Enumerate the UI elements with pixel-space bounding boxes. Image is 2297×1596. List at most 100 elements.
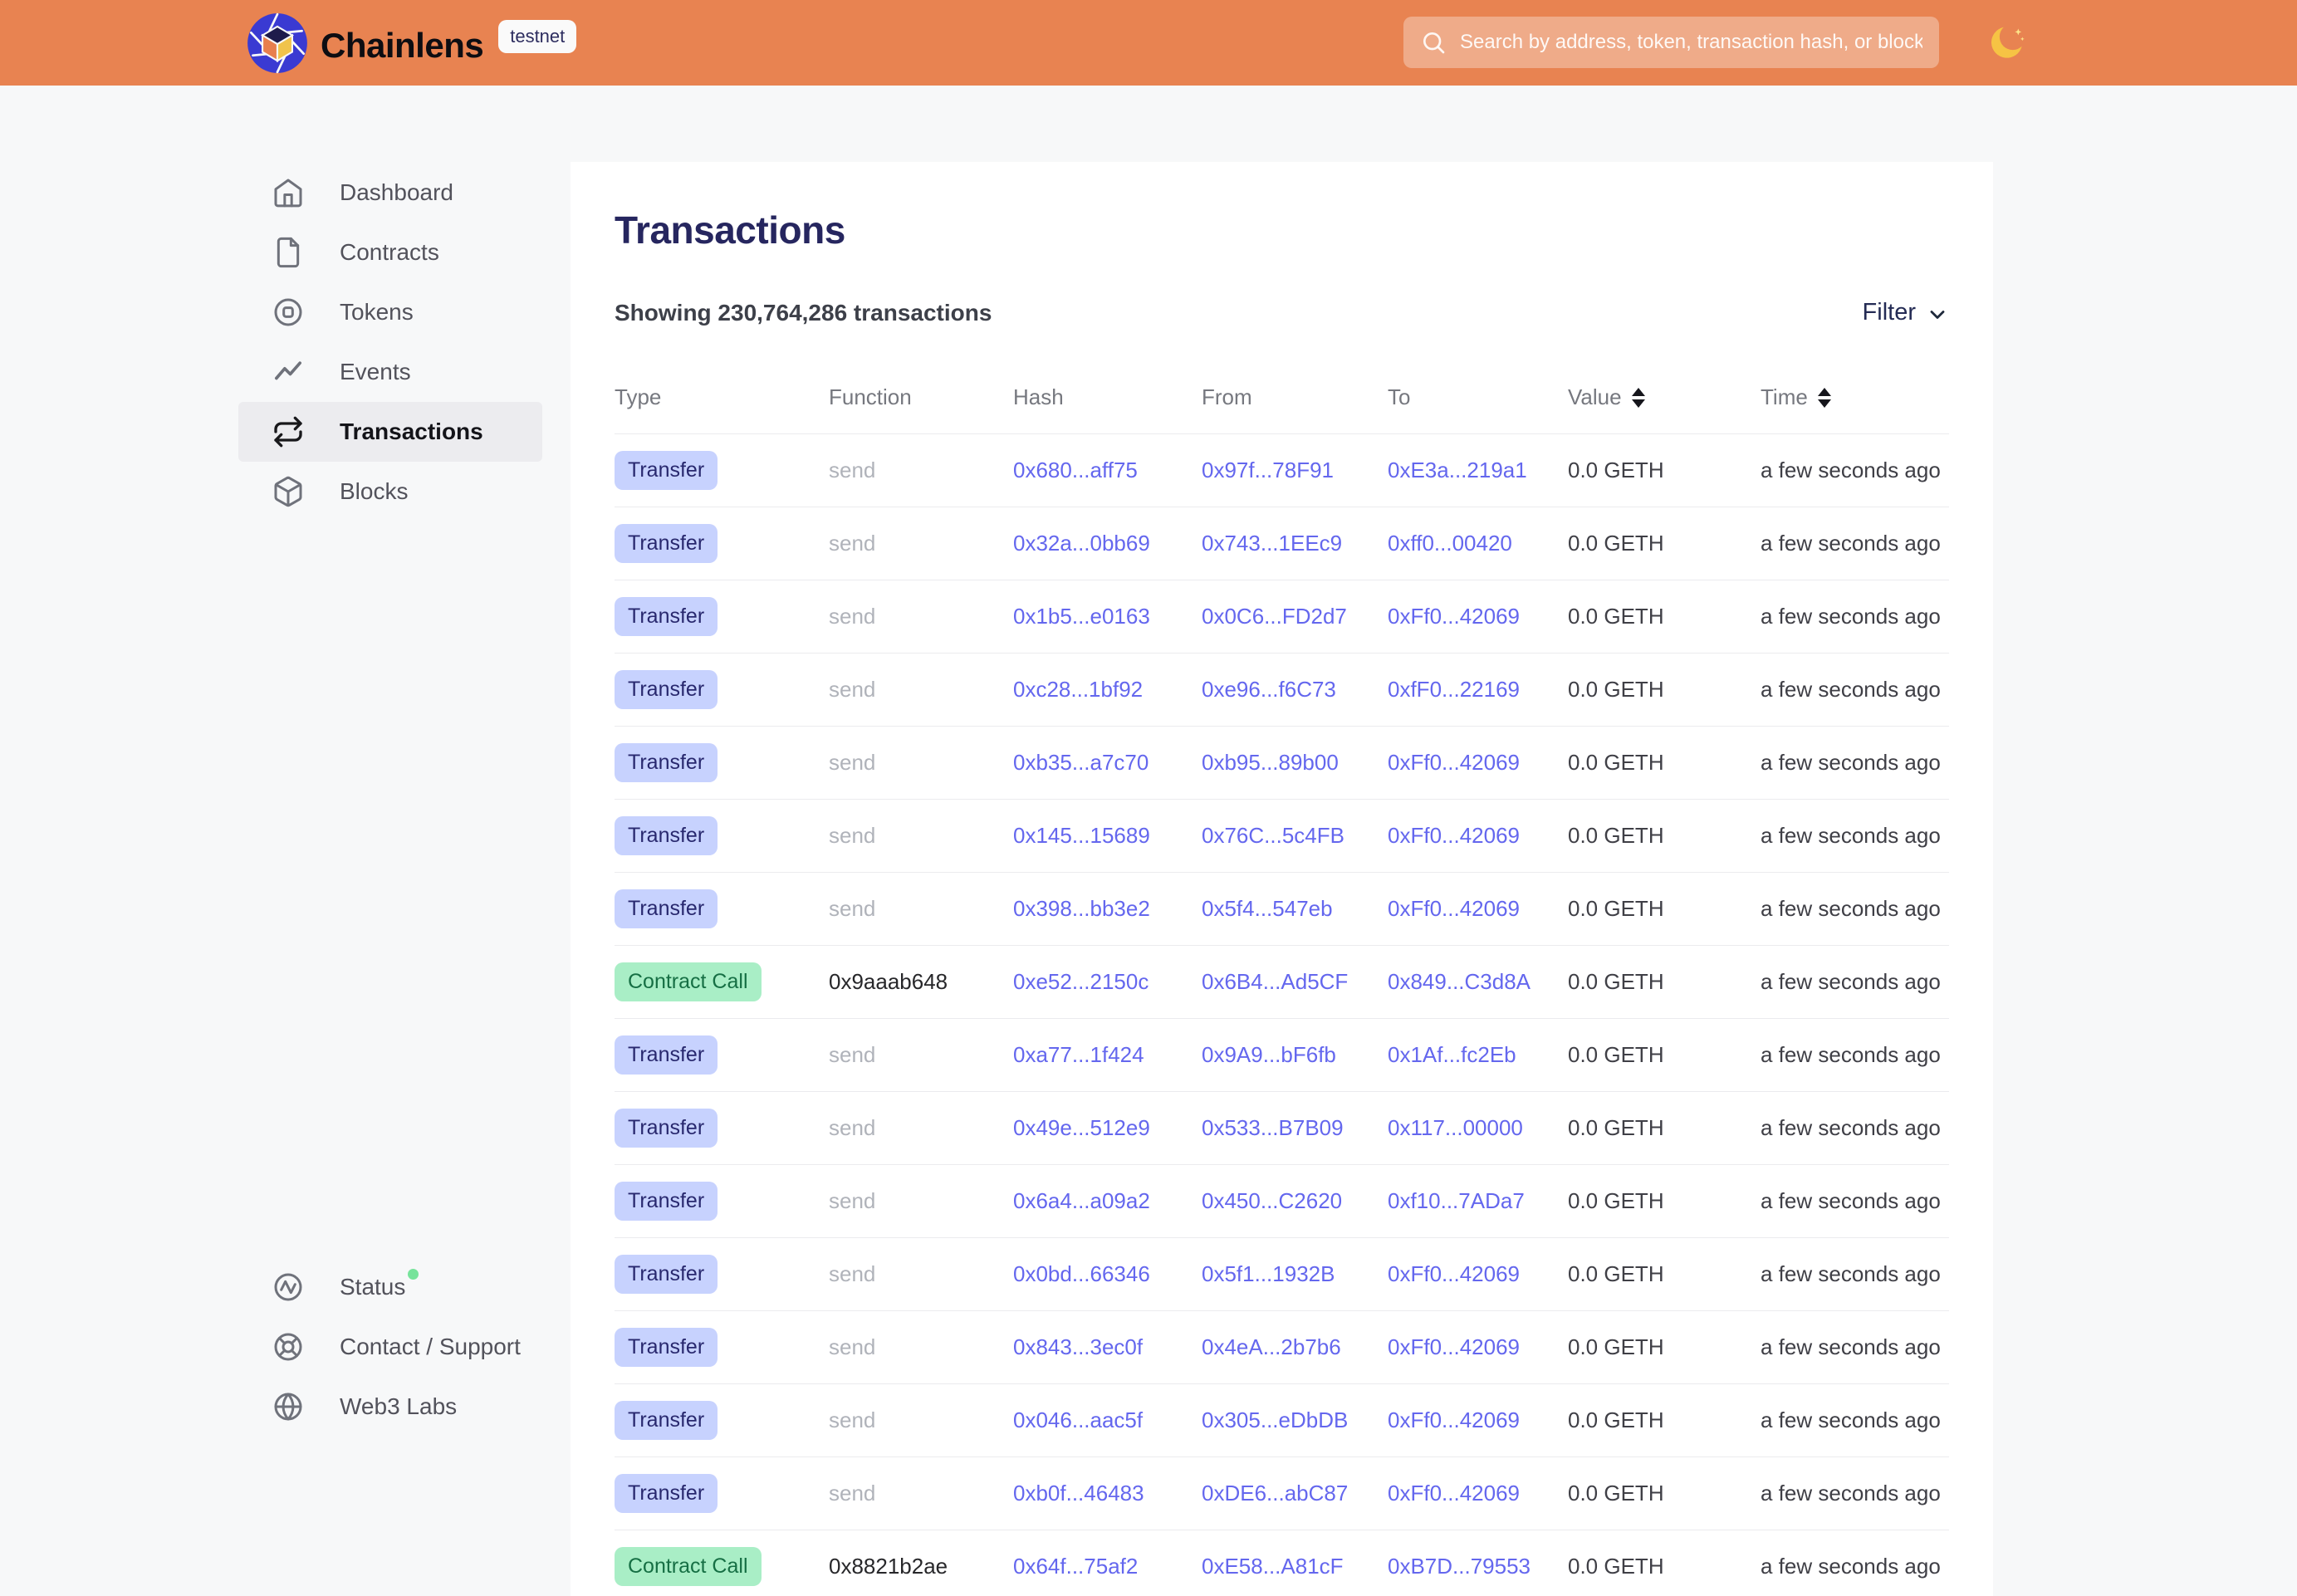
from-address-link[interactable]: 0x4eA...2b7b6 bbox=[1202, 1334, 1388, 1360]
to-address-link[interactable]: 0xFf0...42069 bbox=[1388, 1408, 1568, 1433]
hash-link[interactable]: 0x0bd...66346 bbox=[1013, 1261, 1202, 1287]
hash-link[interactable]: 0xc28...1bf92 bbox=[1013, 677, 1202, 703]
to-address-link[interactable]: 0xFf0...42069 bbox=[1388, 750, 1568, 776]
from-address-link[interactable]: 0x76C...5c4FB bbox=[1202, 823, 1388, 849]
to-address-link[interactable]: 0xff0...00420 bbox=[1388, 531, 1568, 556]
sidebar-item-contact-support[interactable]: Contact / Support bbox=[238, 1317, 542, 1377]
type-badge: Transfer bbox=[615, 816, 718, 855]
hash-link[interactable]: 0x32a...0bb69 bbox=[1013, 531, 1202, 556]
life-buoy-icon bbox=[272, 1330, 305, 1363]
hash-link[interactable]: 0x64f...75af2 bbox=[1013, 1554, 1202, 1579]
hash-link[interactable]: 0x1b5...e0163 bbox=[1013, 604, 1202, 629]
from-address-link[interactable]: 0x9A9...bF6fb bbox=[1202, 1042, 1388, 1068]
hash-link[interactable]: 0x680...aff75 bbox=[1013, 458, 1202, 483]
top-header-bar: Chainlens testnet bbox=[0, 0, 2297, 86]
to-address-link[interactable]: 0x849...C3d8A bbox=[1388, 969, 1568, 995]
value-cell: 0.0 GETH bbox=[1568, 1188, 1761, 1214]
from-address-link[interactable]: 0xb95...89b00 bbox=[1202, 750, 1388, 776]
from-address-link[interactable]: 0xDE6...abC87 bbox=[1202, 1481, 1388, 1506]
value-sort-button[interactable] bbox=[1632, 388, 1645, 408]
from-address-link[interactable]: 0x450...C2620 bbox=[1202, 1188, 1388, 1214]
sidebar-item-blocks[interactable]: Blocks bbox=[238, 462, 542, 521]
function-cell: 0x8821b2ae bbox=[829, 1554, 1013, 1579]
hash-link[interactable]: 0x398...bb3e2 bbox=[1013, 896, 1202, 922]
value-cell: 0.0 GETH bbox=[1568, 458, 1761, 483]
from-address-link[interactable]: 0xE58...A81cF bbox=[1202, 1554, 1388, 1579]
type-badge: Transfer bbox=[615, 524, 718, 563]
hash-link[interactable]: 0xa77...1f424 bbox=[1013, 1042, 1202, 1068]
table-row: Transfer send 0xb0f...46483 0xDE6...abC8… bbox=[615, 1457, 1949, 1530]
time-cell: a few seconds ago bbox=[1761, 1481, 1949, 1506]
hash-link[interactable]: 0x046...aac5f bbox=[1013, 1408, 1202, 1433]
hash-link[interactable]: 0x145...15689 bbox=[1013, 823, 1202, 849]
from-address-link[interactable]: 0x5f4...547eb bbox=[1202, 896, 1388, 922]
sidebar-item-label: Events bbox=[340, 359, 411, 385]
function-cell: send bbox=[829, 531, 1013, 556]
from-address-link[interactable]: 0x0C6...FD2d7 bbox=[1202, 604, 1388, 629]
function-cell: send bbox=[829, 1115, 1013, 1141]
sidebar-item-web3-labs[interactable]: Web3 Labs bbox=[238, 1377, 542, 1437]
to-address-link[interactable]: 0xFf0...42069 bbox=[1388, 1261, 1568, 1287]
value-cell: 0.0 GETH bbox=[1568, 896, 1761, 922]
table-row: Transfer send 0x145...15689 0x76C...5c4F… bbox=[615, 800, 1949, 873]
sidebar-item-label: Web3 Labs bbox=[340, 1393, 457, 1420]
to-address-link[interactable]: 0xf10...7ADa7 bbox=[1388, 1188, 1568, 1214]
to-address-link[interactable]: 0xfF0...22169 bbox=[1388, 677, 1568, 703]
brand[interactable]: Chainlens testnet bbox=[246, 12, 576, 79]
to-address-link[interactable]: 0xFf0...42069 bbox=[1388, 896, 1568, 922]
global-search[interactable] bbox=[1403, 17, 1939, 68]
function-cell: send bbox=[829, 1334, 1013, 1360]
type-badge: Transfer bbox=[615, 1035, 718, 1075]
from-address-link[interactable]: 0x305...eDbDB bbox=[1202, 1408, 1388, 1433]
hash-link[interactable]: 0xb0f...46483 bbox=[1013, 1481, 1202, 1506]
from-address-link[interactable]: 0x6B4...Ad5CF bbox=[1202, 969, 1388, 995]
table-body: Transfer send 0x680...aff75 0x97f...78F9… bbox=[615, 434, 1949, 1596]
sidebar-item-label: Dashboard bbox=[340, 179, 453, 206]
time-cell: a few seconds ago bbox=[1761, 1408, 1949, 1433]
to-address-link[interactable]: 0xFf0...42069 bbox=[1388, 604, 1568, 629]
type-badge: Contract Call bbox=[615, 962, 762, 1001]
file-icon bbox=[272, 236, 305, 269]
to-address-link[interactable]: 0xB7D...79553 bbox=[1388, 1554, 1568, 1579]
value-cell: 0.0 GETH bbox=[1568, 677, 1761, 703]
sidebar-item-dashboard[interactable]: Dashboard bbox=[238, 163, 542, 223]
to-address-link[interactable]: 0xFf0...42069 bbox=[1388, 1334, 1568, 1360]
hash-link[interactable]: 0x843...3ec0f bbox=[1013, 1334, 1202, 1360]
to-address-link[interactable]: 0x117...00000 bbox=[1388, 1115, 1568, 1141]
sidebar-item-transactions[interactable]: Transactions bbox=[238, 402, 542, 462]
column-header-time: Time bbox=[1761, 384, 1949, 410]
dark-mode-toggle[interactable] bbox=[1983, 20, 2030, 66]
sidebar-item-events[interactable]: Events bbox=[238, 342, 542, 402]
to-address-link[interactable]: 0xFf0...42069 bbox=[1388, 823, 1568, 849]
hash-link[interactable]: 0x49e...512e9 bbox=[1013, 1115, 1202, 1141]
to-address-link[interactable]: 0x1Af...fc2Eb bbox=[1388, 1042, 1568, 1068]
table-row: Transfer send 0x32a...0bb69 0x743...1EEc… bbox=[615, 507, 1949, 580]
from-address-link[interactable]: 0x5f1...1932B bbox=[1202, 1261, 1388, 1287]
filter-button[interactable]: Filter bbox=[1863, 299, 1949, 326]
type-badge: Transfer bbox=[615, 451, 718, 490]
value-cell: 0.0 GETH bbox=[1568, 750, 1761, 776]
function-cell: send bbox=[829, 1481, 1013, 1506]
status-circle-icon bbox=[272, 1270, 305, 1304]
function-cell: send bbox=[829, 750, 1013, 776]
sidebar-item-tokens[interactable]: Tokens bbox=[238, 282, 542, 342]
function-cell: send bbox=[829, 1261, 1013, 1287]
to-address-link[interactable]: 0xE3a...219a1 bbox=[1388, 458, 1568, 483]
sidebar-item-status[interactable]: Status bbox=[238, 1257, 542, 1317]
time-cell: a few seconds ago bbox=[1761, 823, 1949, 849]
hash-link[interactable]: 0xe52...2150c bbox=[1013, 969, 1202, 995]
sidebar-item-contracts[interactable]: Contracts bbox=[238, 223, 542, 282]
from-address-link[interactable]: 0x533...B7B09 bbox=[1202, 1115, 1388, 1141]
function-cell: send bbox=[829, 604, 1013, 629]
time-cell: a few seconds ago bbox=[1761, 1261, 1949, 1287]
sidebar-item-label: Contact / Support bbox=[340, 1334, 521, 1360]
from-address-link[interactable]: 0xe96...f6C73 bbox=[1202, 677, 1388, 703]
to-address-link[interactable]: 0xFf0...42069 bbox=[1388, 1481, 1568, 1506]
from-address-link[interactable]: 0x743...1EEc9 bbox=[1202, 531, 1388, 556]
type-badge: Transfer bbox=[615, 743, 718, 782]
search-input[interactable] bbox=[1460, 31, 1922, 54]
hash-link[interactable]: 0xb35...a7c70 bbox=[1013, 750, 1202, 776]
time-sort-button[interactable] bbox=[1818, 388, 1831, 408]
hash-link[interactable]: 0x6a4...a09a2 bbox=[1013, 1188, 1202, 1214]
from-address-link[interactable]: 0x97f...78F91 bbox=[1202, 458, 1388, 483]
